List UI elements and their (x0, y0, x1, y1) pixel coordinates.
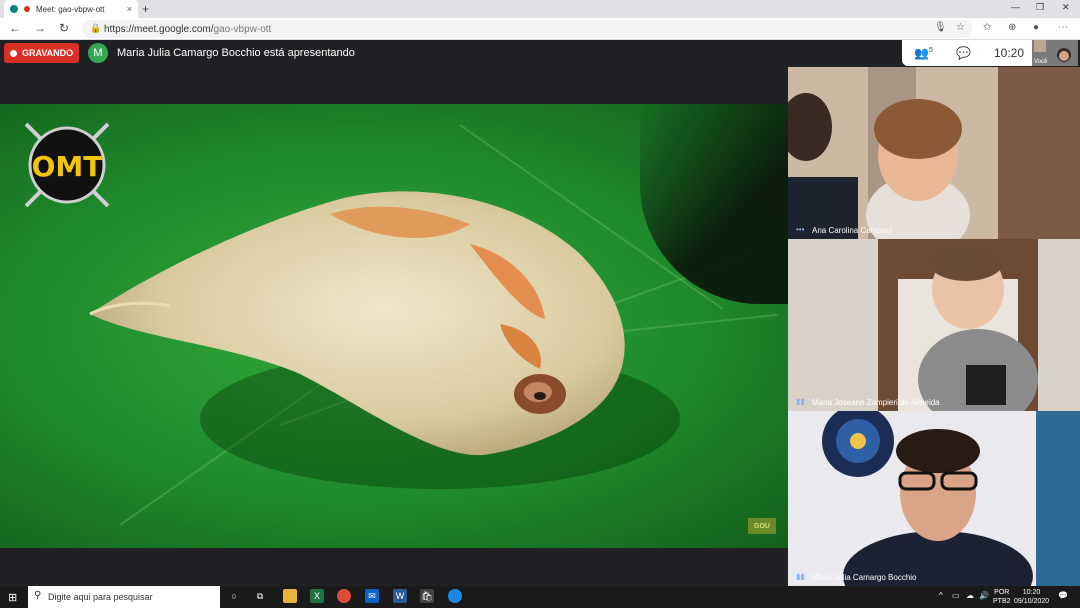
participant-name: Maria Joseane Zampieri de Almeida (812, 398, 940, 407)
cortana-icon[interactable]: ○ (227, 589, 241, 603)
logo-text: OMT (31, 150, 103, 183)
presented-slide: OMT GOU (0, 104, 788, 548)
taskbar-search[interactable]: ⚲ Digite aqui para pesquisar (28, 586, 220, 608)
volume-icon[interactable]: 🔊 (979, 591, 989, 600)
new-tab-button[interactable]: + (142, 2, 149, 16)
minimize-icon[interactable]: — (1011, 2, 1020, 12)
tab-close-icon[interactable]: × (127, 4, 132, 14)
participant-name: Maria Julia Camargo Bocchio (812, 573, 917, 582)
extensions-icon[interactable]: ⊕ (1008, 22, 1016, 33)
store-icon[interactable]: 🛍 (420, 589, 434, 603)
browser-tab[interactable]: Meet: gao-vbpw-ott × (4, 0, 138, 18)
search-icon: ⚲ (34, 590, 42, 601)
meet-favicon-icon (10, 5, 18, 13)
chrome-icon[interactable] (337, 589, 351, 603)
address-bar: ← → ↻ 🔒 https://meet.google.com/gao-vbpw… (0, 18, 1080, 40)
participant-video (788, 239, 1080, 411)
meeting-time: 10:20 (994, 46, 1025, 60)
self-view-thumbnail[interactable]: Você (1032, 40, 1078, 66)
windows-taskbar: ⊞ ⚲ Digite aqui para pesquisar ○ ⧉ X ✉ W… (0, 586, 1080, 608)
search-placeholder: Digite aqui para pesquisar (48, 592, 153, 602)
recording-badge: GRAVANDO (4, 43, 80, 63)
system-clock[interactable]: 10:20 09/10/2020 (1014, 588, 1049, 606)
window-close-icon[interactable]: ✕ (1062, 2, 1070, 13)
recording-label: GRAVANDO (22, 48, 74, 58)
menu-more-icon[interactable]: ⋯ (1058, 22, 1068, 33)
audio-indicator-icon: ••• (796, 225, 805, 234)
participants-count: 5 (928, 47, 933, 54)
omt-logo: OMT (24, 122, 110, 208)
recording-dot-icon (10, 49, 17, 57)
meet-control-panel: 👥5 💬 10:20 Você (902, 40, 1078, 66)
mail-icon[interactable]: ✉ (365, 589, 379, 603)
collections-icon[interactable]: ✩ (983, 22, 991, 33)
reload-icon[interactable]: ↻ (59, 21, 69, 35)
microphone-icon[interactable]: 🎙 (934, 22, 947, 33)
recording-dot-icon (24, 6, 30, 12)
url-host: https://meet.google.com/ (104, 23, 214, 35)
network-icon[interactable]: ▭ (952, 591, 960, 600)
forward-icon[interactable]: → (34, 21, 46, 35)
task-view-icon[interactable]: ⧉ (253, 589, 267, 603)
presenter-status: Maria Julia Camargo Bocchio está apresen… (117, 47, 355, 59)
profile-avatar-icon[interactable]: ● (1033, 22, 1039, 33)
clock-time: 10:20 (1022, 589, 1041, 596)
participant-tile[interactable]: ••• Ana Carolina Campaci (788, 67, 1080, 239)
participant-video (788, 67, 1080, 239)
back-icon[interactable]: ← (9, 21, 21, 35)
tab-title: Meet: gao-vbpw-ott (36, 4, 105, 14)
browser-tab-bar: Meet: gao-vbpw-ott × + — ❐ ✕ (0, 0, 1080, 18)
caterpillar-image (89, 191, 680, 489)
participant-tile[interactable]: ▮▮ Maria Joseane Zampieri de Almeida (788, 239, 1080, 411)
self-label: Você (1034, 59, 1048, 65)
excel-icon[interactable]: X (310, 589, 324, 603)
edge-icon[interactable] (448, 589, 462, 603)
maximize-icon[interactable]: ❐ (1036, 2, 1044, 13)
audio-indicator-icon: ▮▮ (796, 397, 805, 406)
participant-name: Ana Carolina Campaci (812, 226, 893, 235)
presenter-avatar: M (88, 43, 108, 63)
language-indicator[interactable]: POR PTB2 (993, 588, 1011, 606)
lock-icon: 🔒 (90, 23, 102, 33)
presentation-stage: OMT GOU (0, 67, 788, 586)
url-path: gao-vbpw-ott (213, 23, 272, 35)
url-field[interactable]: 🔒 https://meet.google.com/gao-vbpw-ott (82, 20, 972, 38)
chat-icon[interactable]: 💬 (956, 46, 971, 60)
windows-start-icon[interactable]: ⊞ (8, 591, 17, 604)
participants-icon[interactable]: 👥5 (914, 46, 933, 60)
favorite-star-icon[interactable]: ☆ (956, 22, 965, 33)
onedrive-icon[interactable]: ☁ (966, 591, 974, 600)
lang-primary: POR (994, 589, 1010, 596)
participant-tile[interactable]: ▮▮ Maria Julia Camargo Bocchio (788, 411, 1080, 586)
notifications-icon[interactable]: 💬 (1058, 591, 1068, 600)
lang-secondary: PTB2 (993, 598, 1011, 605)
watermark: GOU (748, 518, 776, 534)
clock-date: 09/10/2020 (1014, 598, 1050, 605)
audio-indicator-icon: ▮▮ (796, 572, 805, 581)
file-explorer-icon[interactable] (283, 589, 297, 603)
tray-chevron-icon[interactable]: ^ (939, 591, 943, 600)
participant-video (788, 411, 1080, 586)
word-icon[interactable]: W (393, 589, 407, 603)
